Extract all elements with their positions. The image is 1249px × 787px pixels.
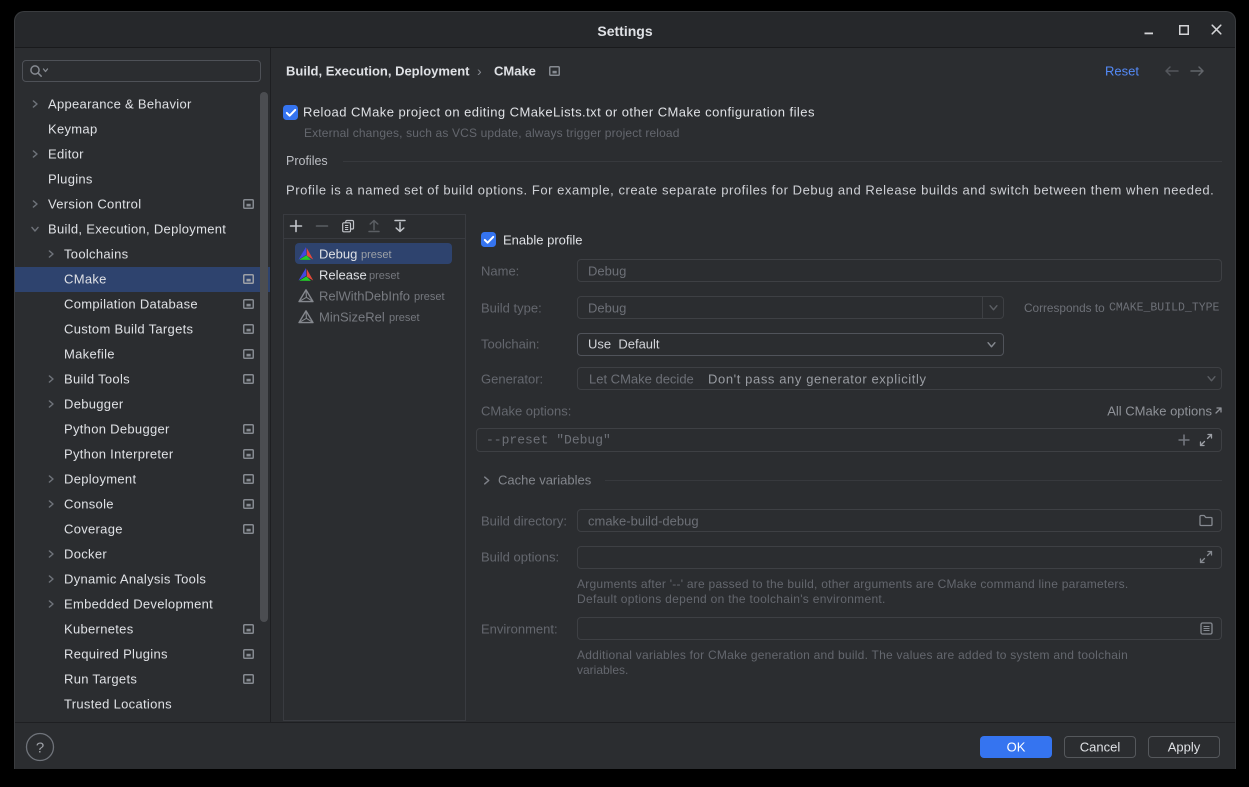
- svg-text:?: ?: [36, 740, 44, 757]
